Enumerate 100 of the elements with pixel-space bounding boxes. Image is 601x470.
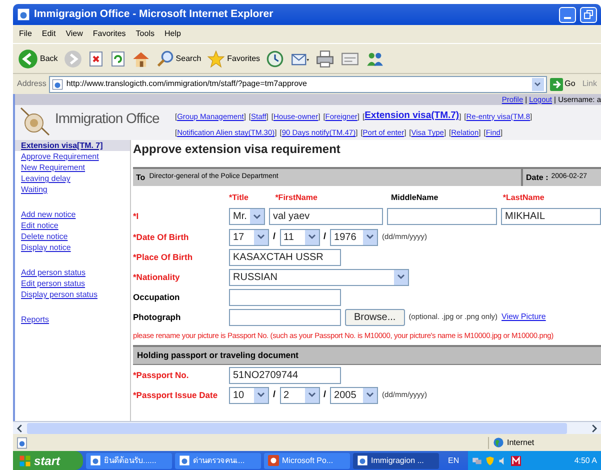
column-label: *LastName (502, 192, 546, 204)
taskbar-button[interactable]: ด่านตรวจคนเ... (175, 452, 261, 468)
taskbar-button[interactable]: Microsoft Po... (264, 452, 350, 468)
page-icon (16, 436, 28, 448)
column-label: *FirstName (275, 192, 318, 204)
last-name-field[interactable]: MIKHAIL (501, 208, 601, 225)
toolbar-button[interactable]: Search (156, 50, 202, 68)
menu-item[interactable]: Tools (136, 28, 154, 40)
site-title: Immigration Office (55, 109, 160, 128)
restore-button[interactable] (580, 6, 597, 22)
column-label: *Title (229, 192, 250, 204)
refresh-page-icon (110, 50, 126, 68)
shield-icon (485, 456, 496, 466)
sidebar-link[interactable]: Display notice (15, 242, 130, 253)
address-field[interactable]: http://www.translogicth.com/immigration/tm/staff/?page=tm7approve (49, 76, 547, 92)
browse-button[interactable]: Browse... (345, 308, 405, 326)
menu-item[interactable]: File (19, 28, 32, 40)
search-icon (156, 50, 174, 68)
toolbar-button[interactable]: Back (18, 48, 58, 68)
menu-item[interactable]: Favorites (92, 28, 126, 40)
field-label: Occupation (133, 290, 181, 304)
text-field[interactable]: 51NO2709744 (229, 366, 341, 384)
minimize-button[interactable] (559, 6, 576, 22)
menu-item[interactable]: Edit (42, 28, 56, 40)
sidebar-link[interactable]: Add person status (15, 267, 130, 278)
date-separator: / (324, 230, 326, 244)
sidebar-link[interactable]: Leaving delay (15, 173, 130, 184)
date-separator: / (324, 388, 326, 402)
browser-page-icon (357, 455, 368, 466)
sidebar-link[interactable]: New Requirement (15, 162, 130, 173)
clock-text: 4:50 A (574, 454, 597, 466)
sidebar-link[interactable]: Waiting (15, 184, 130, 195)
printer-icon (316, 50, 334, 68)
sidebar-link[interactable]: Add new notice (15, 209, 130, 220)
field-label: *Date Of Birth (133, 230, 190, 244)
sidebar-link[interactable]: Edit person status (15, 278, 130, 289)
view-picture-link[interactable]: View Picture (502, 311, 546, 323)
text-field[interactable]: KASAXCTAH USSR (229, 248, 341, 266)
section-header: Holding passport or traveling document (133, 345, 601, 365)
page-heading: Approve extension visa requirement (133, 141, 342, 158)
field-label: *Nationality (133, 270, 181, 284)
emblem-logo-icon (19, 105, 51, 137)
column-label: MiddleName (391, 192, 440, 204)
nav-link[interactable]: Extension visa(TM.7) (364, 109, 460, 124)
toolbar-button[interactable] (132, 50, 150, 68)
field-label: *Passport Issue Date (133, 388, 219, 402)
window-title: Immigragion Office - Microsoft Internet Explorer (34, 6, 274, 22)
zone-text: Internet (507, 436, 534, 448)
toolbar-button[interactable] (316, 50, 334, 68)
sidebar-link[interactable]: Delete notice (15, 231, 130, 242)
restore-icon (584, 10, 593, 19)
start-button[interactable]: start (13, 451, 83, 470)
menu-item[interactable]: View (66, 28, 83, 40)
year-select[interactable]: 1976 (330, 228, 378, 246)
browser-page-icon (90, 455, 101, 466)
address-label: Address (17, 78, 46, 90)
language-indicator[interactable]: EN (442, 454, 466, 466)
day-select[interactable]: 17 (229, 228, 269, 246)
star-icon (207, 50, 226, 68)
taskbar-button[interactable]: Immigragion ... (353, 452, 439, 468)
text-field[interactable] (229, 288, 341, 306)
date-separator: / (273, 388, 276, 402)
slides-app-icon (268, 455, 279, 466)
sidebar-link[interactable]: Reports (15, 314, 130, 325)
web-page-icon (52, 78, 64, 90)
go-button[interactable]: Go (550, 78, 576, 90)
field-label: *Passport No. (133, 368, 190, 382)
date-separator: / (273, 230, 276, 244)
field-label: *Place Of Birth (133, 250, 194, 264)
first-name-field[interactable]: val yaev (269, 208, 383, 225)
year-select[interactable]: 2005 (330, 386, 378, 404)
sidebar-link[interactable]: Display person status (15, 289, 130, 300)
month-select[interactable]: 11 (280, 228, 320, 246)
month-select[interactable]: 2 (280, 386, 320, 404)
toolbar-button[interactable]: Favorites (207, 50, 260, 68)
minimize-icon (564, 16, 571, 18)
title-select[interactable]: Mr. (229, 208, 265, 225)
nationality-select[interactable]: RUSSIAN (229, 268, 409, 286)
taskbar-button[interactable]: ยินดีต้อนรับ...... (86, 452, 172, 468)
sidebar-link[interactable]: Approve Requirement (15, 151, 130, 162)
browser-page-icon (179, 455, 190, 466)
toolbar-button[interactable] (88, 50, 104, 68)
field-label: *I (133, 210, 140, 223)
house-icon (132, 50, 150, 68)
antivirus-m-icon (511, 456, 522, 466)
toolbar-button[interactable] (110, 50, 126, 68)
day-select[interactable]: 10 (229, 386, 269, 404)
menu-item[interactable]: Help (164, 28, 181, 40)
file-path-field[interactable] (229, 308, 341, 326)
middle-name-field[interactable] (387, 208, 497, 225)
globe-icon (493, 437, 504, 448)
sidebar-link[interactable]: Extension visa[TM. 7] (15, 140, 130, 151)
stop-page-icon (88, 50, 104, 68)
horizontal-scrollbar-thumb[interactable] (27, 422, 567, 434)
right-arrow-icon (550, 78, 563, 90)
network-icon (472, 456, 482, 466)
browser-page-icon (17, 8, 30, 21)
to-label: To (136, 172, 146, 184)
date-label: Date : (526, 172, 548, 184)
sidebar-link[interactable]: Edit notice (15, 220, 130, 231)
